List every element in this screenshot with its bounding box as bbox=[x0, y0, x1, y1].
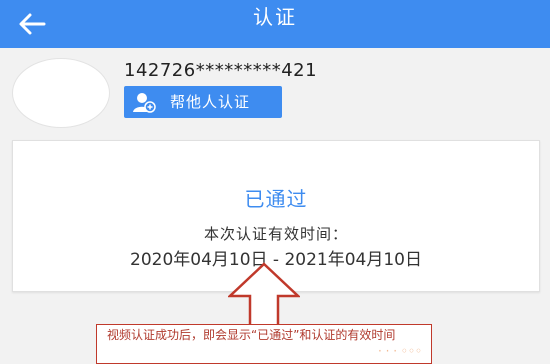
page-title: 认证 bbox=[253, 5, 297, 29]
status-text: 已通过 bbox=[244, 187, 308, 211]
validity-label: 本次认证有效时间： bbox=[203, 225, 348, 243]
annotation-arrow bbox=[228, 262, 300, 328]
user-verify-icon bbox=[133, 93, 156, 113]
top-navigation-bar: 认证 bbox=[0, 0, 550, 48]
watermark-mark: · · · ◦◦◦ bbox=[378, 344, 423, 358]
help-others-verify-button[interactable]: 帮他人认证 bbox=[124, 86, 282, 118]
id-number: 142726*********421 bbox=[124, 60, 318, 81]
profile-section: 142726*********421 帮他人认证 bbox=[0, 48, 550, 128]
avatar bbox=[12, 58, 110, 128]
help-button-label: 帮他人认证 bbox=[170, 93, 251, 111]
